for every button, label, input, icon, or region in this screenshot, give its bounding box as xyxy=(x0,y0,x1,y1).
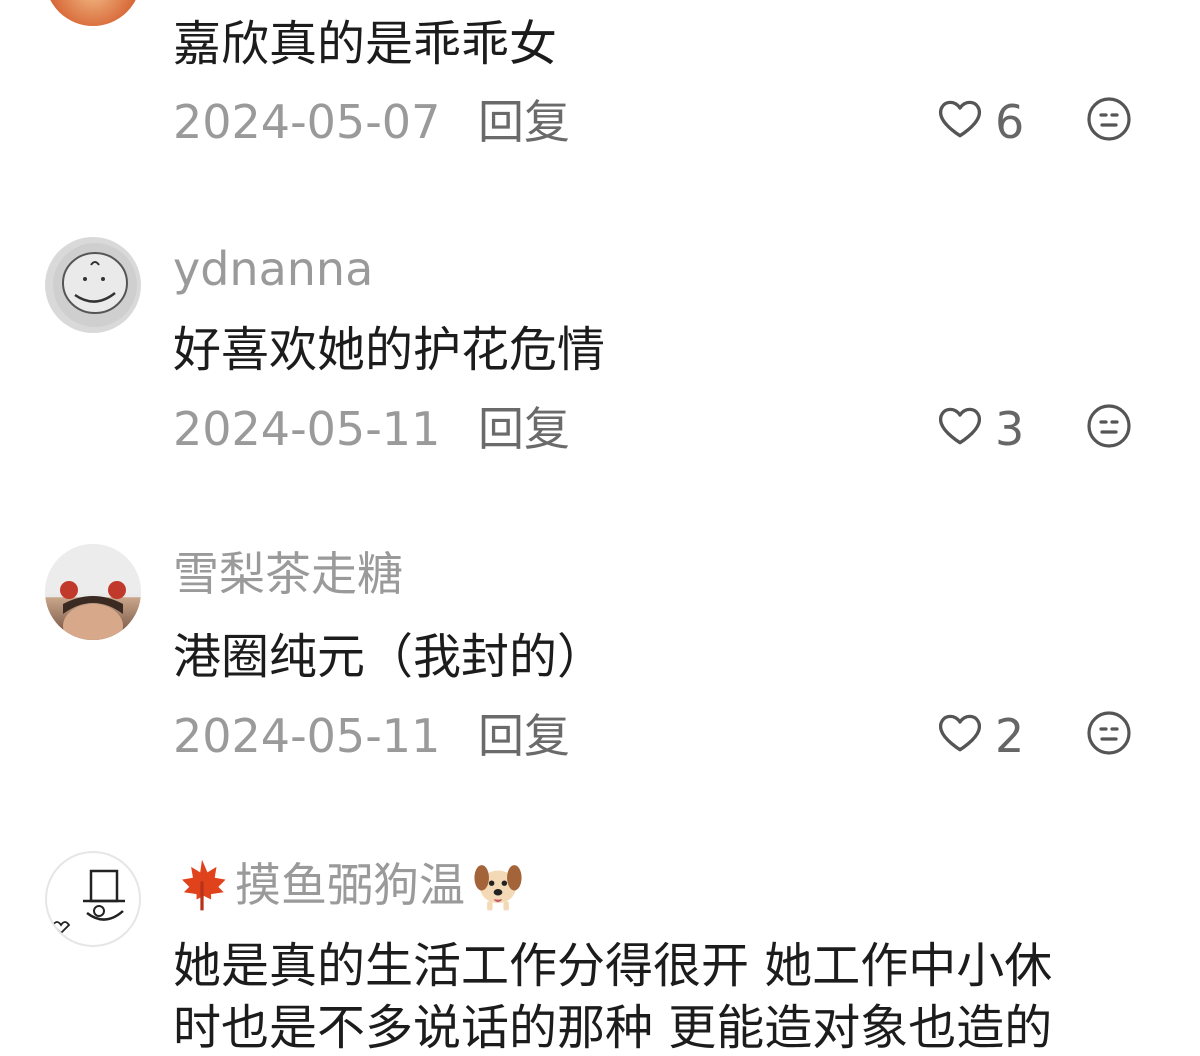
comment-meta: 2024-05-11 回复 3 xyxy=(173,400,1140,460)
username[interactable]: ydnanna xyxy=(173,246,373,292)
avatar[interactable] xyxy=(45,851,141,947)
username[interactable]: 雪梨茶走糖 xyxy=(173,551,403,597)
avatar[interactable] xyxy=(45,544,141,640)
avatar[interactable] xyxy=(45,237,141,333)
heart-outline-icon[interactable] xyxy=(935,707,985,757)
comment-date: 2024-05-11 xyxy=(173,709,441,763)
reply-button[interactable]: 回复 xyxy=(478,99,570,145)
username-row[interactable]: 摸鱼弼狗温 xyxy=(173,856,527,914)
username[interactable]: 摸鱼弼狗温 xyxy=(235,862,465,908)
comment-text: 好喜欢她的护花危情 xyxy=(173,322,606,378)
like-count: 2 xyxy=(995,709,1025,763)
comment-text: 港圈纯元（我封的） xyxy=(173,629,606,685)
avatar-photo xyxy=(45,544,141,640)
like-count: 3 xyxy=(995,402,1025,456)
comment-text-line-2: 时也是不多说话的那种 更能造对象也造的 xyxy=(173,1000,1053,1056)
neutral-face-icon[interactable] xyxy=(1085,95,1133,143)
comment-meta: 2024-05-07 回复 6 xyxy=(173,93,1140,153)
avatar[interactable] xyxy=(45,0,141,26)
avatar-face-drawing xyxy=(53,243,137,327)
comment-text: 她是真的生活工作分得很开 她工作中小休 xyxy=(173,938,1053,994)
neutral-face-icon[interactable] xyxy=(1085,709,1133,757)
avatar-drawing xyxy=(51,869,125,935)
reply-button[interactable]: 回复 xyxy=(478,713,570,759)
like-count: 6 xyxy=(995,95,1025,149)
comment-meta: 2024-05-11 回复 2 xyxy=(173,707,1140,767)
neutral-face-icon[interactable] xyxy=(1085,402,1133,450)
reply-button[interactable]: 回复 xyxy=(478,406,570,452)
heart-outline-icon[interactable] xyxy=(935,93,985,143)
heart-outline-icon[interactable] xyxy=(935,400,985,450)
dog-face-icon xyxy=(474,865,522,911)
maple-leaf-icon xyxy=(182,859,226,911)
comment-date: 2024-05-07 xyxy=(173,95,441,149)
comment-text: 嘉欣真的是乖乖女 xyxy=(173,16,558,72)
comment-date: 2024-05-11 xyxy=(173,402,441,456)
